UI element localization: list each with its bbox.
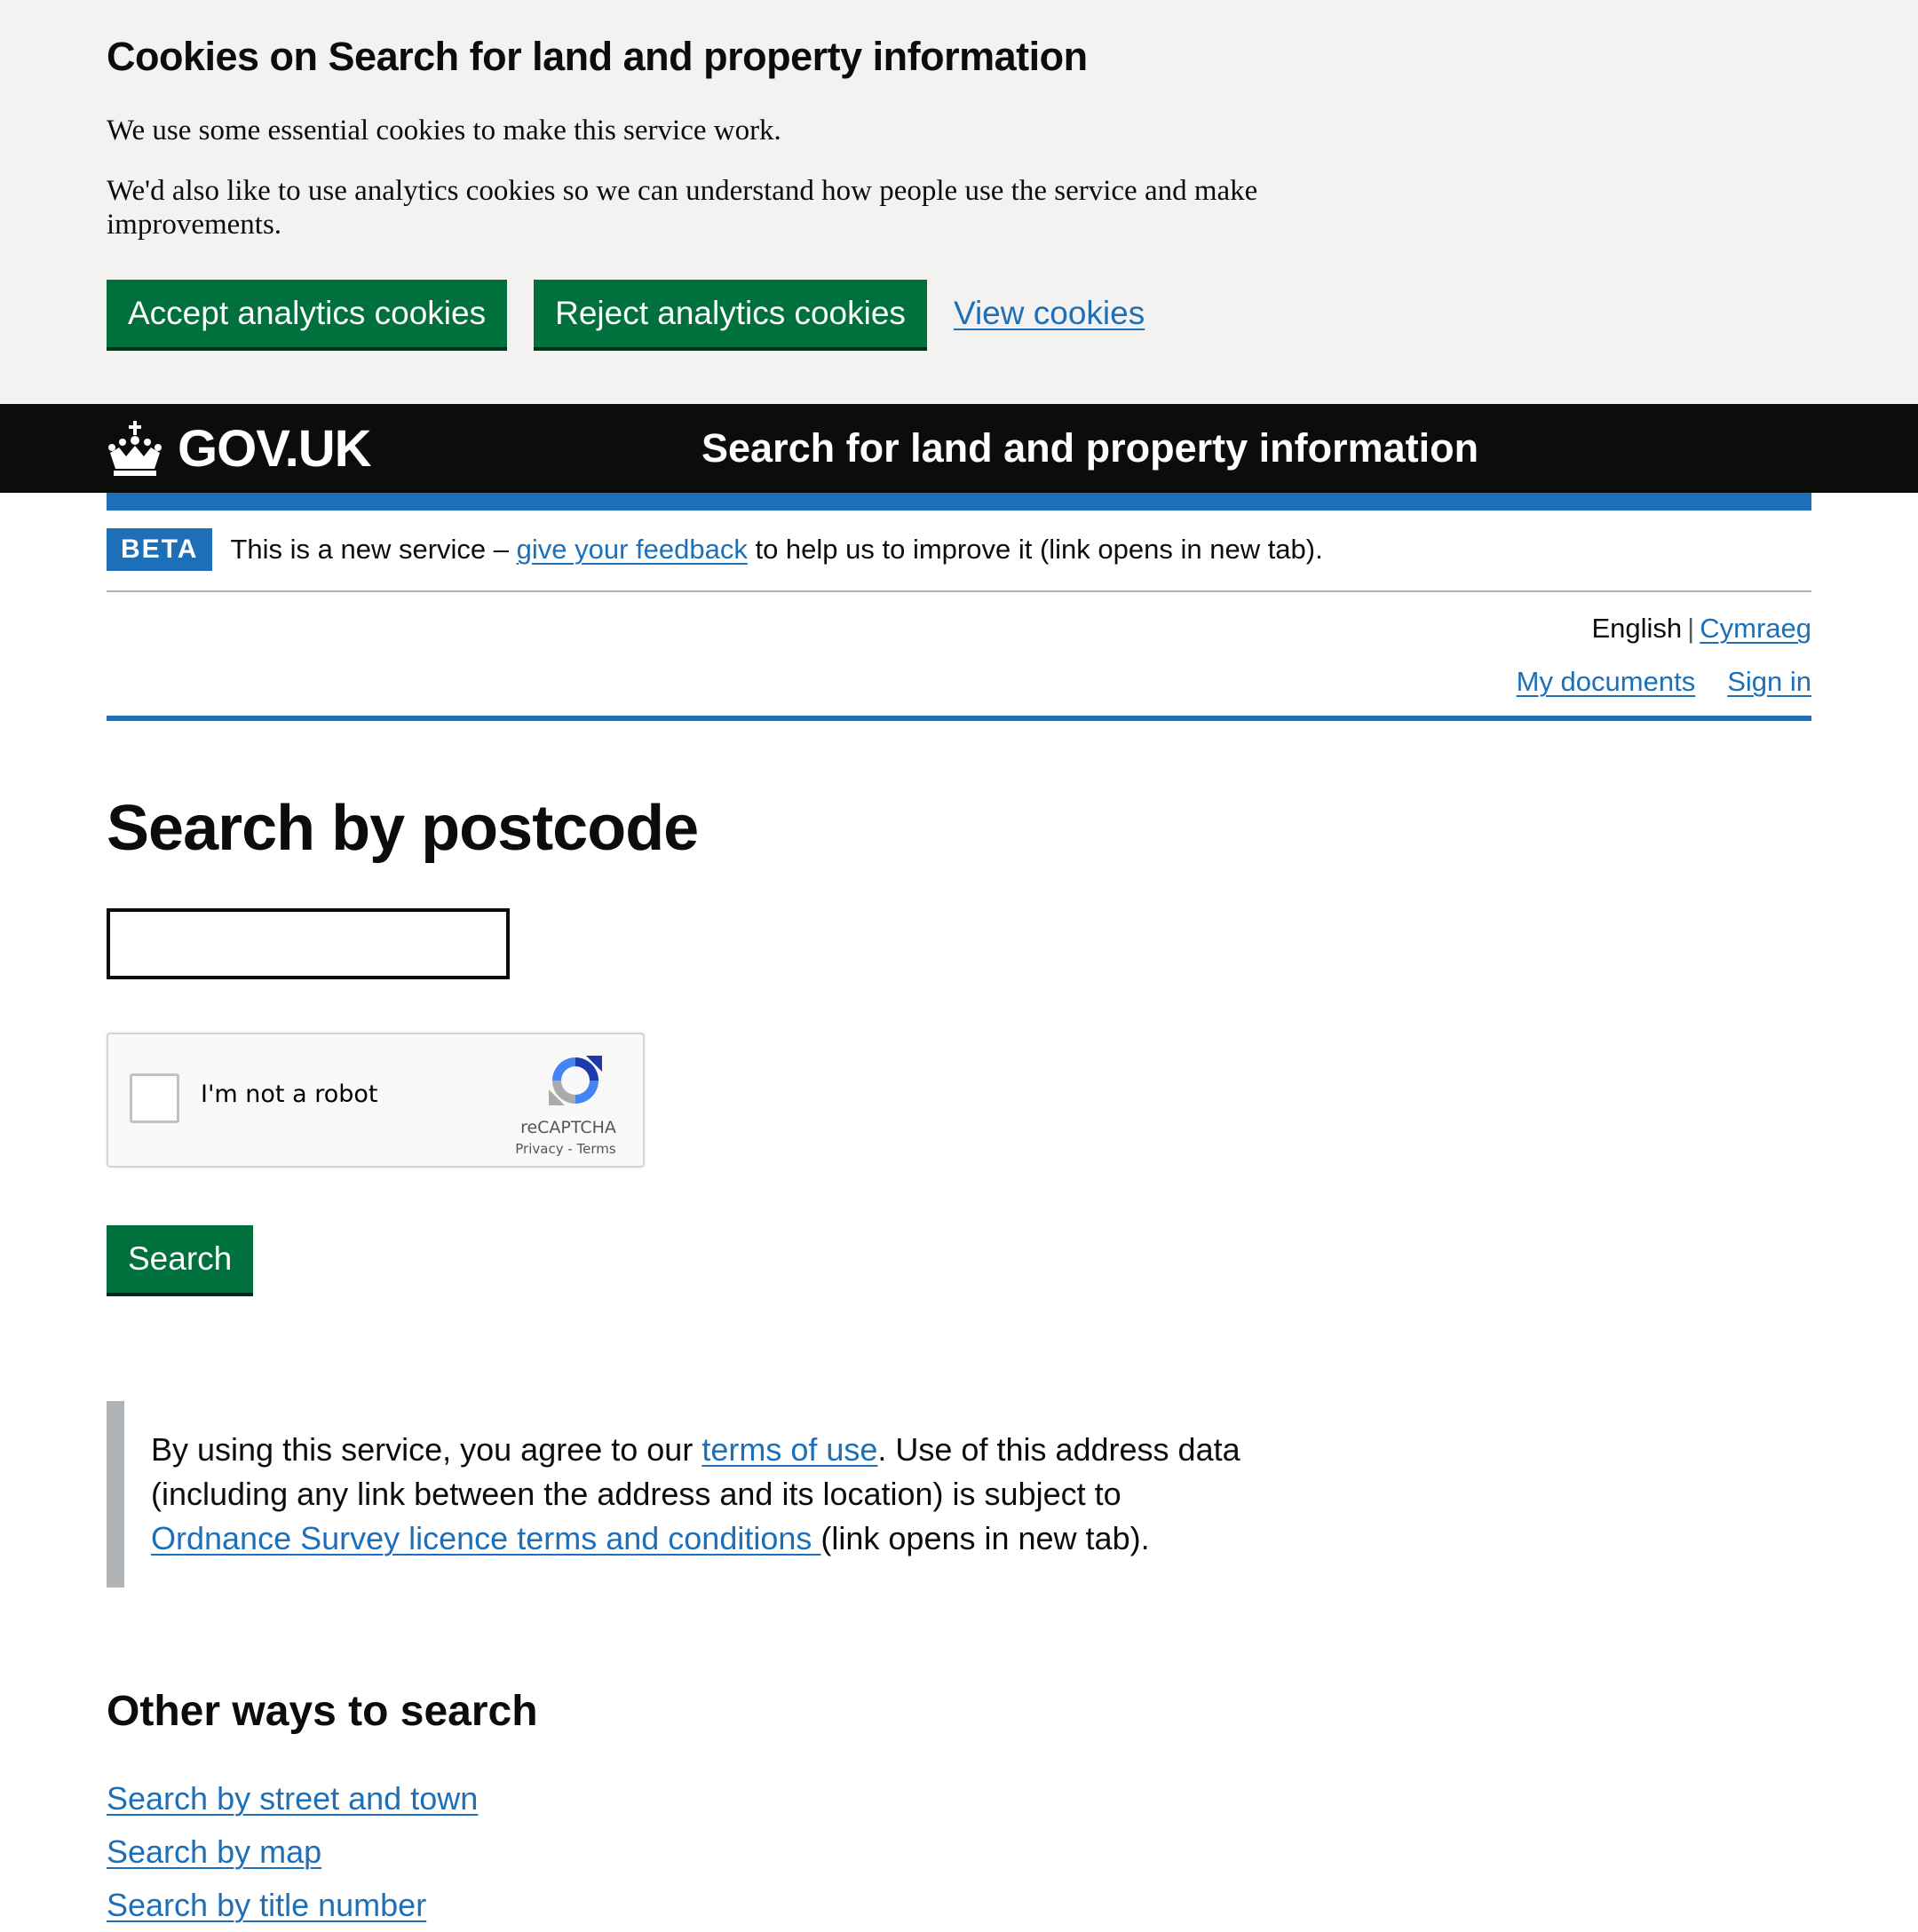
recaptcha-label: I'm not a robot (201, 1081, 378, 1108)
recaptcha-terms-link[interactable]: Terms (577, 1141, 616, 1157)
phase-text-before: This is a new service – (230, 534, 517, 565)
search-by-map-link[interactable]: Search by map (107, 1833, 321, 1870)
other-ways-list: Search by street and town Search by map … (107, 1772, 478, 1932)
recaptcha-links: Privacy - Terms (508, 1141, 623, 1157)
other-ways-heading: Other ways to search (107, 1688, 538, 1735)
crown-icon (108, 421, 162, 476)
language-cymraeg-link[interactable]: Cymraeg (1700, 613, 1811, 644)
beta-tag: BETA (107, 528, 213, 571)
sign-in-link[interactable]: Sign in (1727, 666, 1811, 697)
list-item: Search by title number (107, 1879, 478, 1932)
cookie-banner: Cookies on Search for land and property … (0, 0, 1918, 404)
cookie-banner-title: Cookies on Search for land and property … (107, 34, 1088, 79)
terms-inset-text: By using this service, you agree to our … (107, 1401, 1243, 1588)
recaptcha-logo-icon (549, 1056, 602, 1105)
header-blue-bar (107, 493, 1811, 511)
cookie-banner-content: Cookies on Search for land and property … (107, 34, 1296, 268)
language-switcher: English | Cymraeg (1591, 611, 1811, 646)
cookie-banner-text: We use some essential cookies to make th… (107, 115, 781, 146)
govuk-logo-link[interactable]: GOV.UK (107, 413, 371, 484)
nav-divider (107, 716, 1811, 721)
account-nav: My documents Sign in (1485, 664, 1811, 700)
search-button[interactable]: Search (107, 1225, 254, 1293)
terms-of-use-link[interactable]: terms of use (701, 1431, 877, 1468)
inset-text-1: By using this service, you agree to our (151, 1431, 702, 1468)
postcode-input[interactable] (107, 908, 510, 979)
recaptcha-privacy-link[interactable]: Privacy (515, 1141, 563, 1157)
cookie-banner-text-analytics: We'd also like to use analytics cookies … (107, 175, 1258, 241)
list-item: Search by map (107, 1825, 478, 1879)
reject-cookies-button[interactable]: Reject analytics cookies (534, 280, 927, 347)
language-current: English (1591, 613, 1683, 644)
recaptcha-brand: reCAPTCHA (520, 1118, 616, 1137)
cookie-banner-actions: Accept analytics cookies Reject analytic… (107, 280, 1145, 347)
page-title: Search by postcode (107, 793, 699, 864)
language-separator: | (1687, 613, 1695, 644)
inset-text-3: (link opens in new tab). (820, 1520, 1150, 1556)
recaptcha-links-separator: - (563, 1141, 577, 1157)
govuk-logo-text: GOV.UK (178, 419, 371, 478)
phase-text-after: to help us to improve it (link opens in … (747, 534, 1323, 565)
phase-banner-text: This is a new service – give your feedba… (230, 528, 1322, 571)
recaptcha-checkbox[interactable] (130, 1073, 179, 1123)
my-documents-link[interactable]: My documents (1517, 666, 1696, 697)
phase-banner: BETA This is a new service – give your f… (107, 528, 1811, 592)
recaptcha-widget: I'm not a robot reCAPTCHA Privacy - Term… (107, 1033, 645, 1168)
feedback-link[interactable]: give your feedback (517, 534, 748, 565)
view-cookies-link[interactable]: View cookies (954, 295, 1145, 332)
os-licence-link[interactable]: Ordnance Survey licence terms and condit… (151, 1520, 820, 1556)
list-item: Search by street and town (107, 1772, 478, 1825)
accept-cookies-button[interactable]: Accept analytics cookies (107, 280, 508, 347)
search-by-street-link[interactable]: Search by street and town (107, 1780, 478, 1817)
govuk-header: GOV.UK Search for land and property info… (0, 404, 1918, 493)
service-name-link[interactable]: Search for land and property information (701, 404, 1478, 493)
